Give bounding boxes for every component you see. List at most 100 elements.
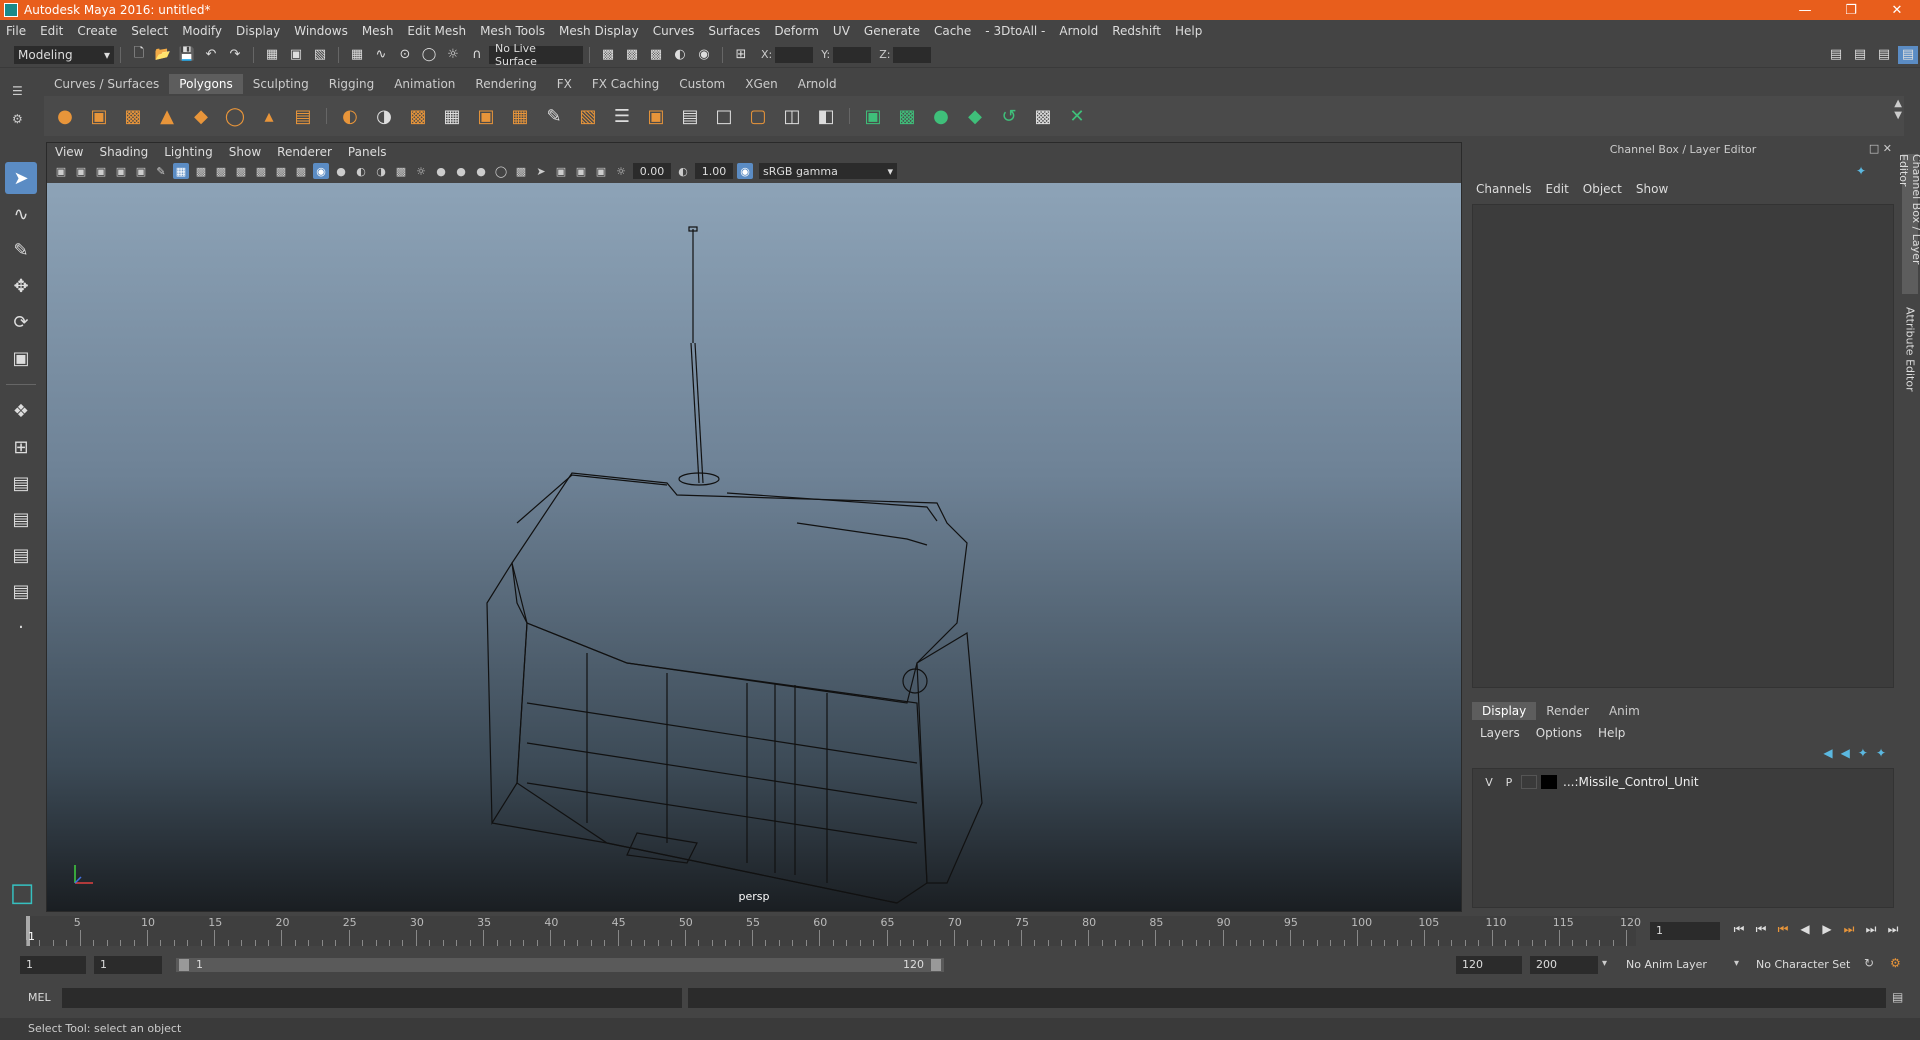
go-to-end-icon[interactable]: ⏭ xyxy=(1882,922,1904,937)
render-view-icon[interactable]: ◉ xyxy=(694,46,714,64)
snap-view-plane-icon[interactable]: ◯ xyxy=(419,46,439,64)
fill-hole-icon[interactable]: ▣ xyxy=(643,103,669,129)
channel-box-menu-object[interactable]: Object xyxy=(1583,182,1622,196)
tab-animation[interactable]: Animation xyxy=(384,74,466,94)
redo-icon[interactable]: ↷ xyxy=(225,46,245,64)
tab-fx[interactable]: FX xyxy=(546,74,582,94)
restore-icon[interactable]: ❐ xyxy=(1828,0,1874,20)
layer-type-swatch[interactable] xyxy=(1521,775,1537,789)
cut-uv-icon[interactable]: ✕ xyxy=(1064,103,1090,129)
anim-layer-label[interactable]: No Anim Layer xyxy=(1626,958,1707,971)
quadrangulate-icon[interactable]: ◧ xyxy=(813,103,839,129)
poly-plane-icon[interactable]: ◆ xyxy=(188,103,214,129)
poly-cylinder-icon[interactable]: ▩ xyxy=(120,103,146,129)
open-scene-icon[interactable]: 📂 xyxy=(153,46,173,64)
screen-space-ao-icon[interactable]: ● xyxy=(453,163,469,179)
textured-icon[interactable]: ▩ xyxy=(393,163,409,179)
rotate-tool-icon[interactable]: ⟳ xyxy=(5,306,37,338)
step-forward-frame-icon[interactable]: ⏭ xyxy=(1860,922,1882,937)
menu-curves[interactable]: Curves xyxy=(653,24,695,38)
triangulate-icon[interactable]: ◫ xyxy=(779,103,805,129)
character-set-label[interactable]: No Character Set xyxy=(1756,958,1850,971)
select-tool-icon[interactable]: ➤ xyxy=(5,162,37,194)
close-icon[interactable]: ✕ xyxy=(1874,0,1920,20)
chevron-down-icon[interactable]: ▾ xyxy=(1602,958,1607,969)
transform-mode-icon[interactable]: ⊞ xyxy=(731,46,751,64)
separate-icon[interactable]: ◑ xyxy=(371,103,397,129)
ipr-render-icon[interactable]: ▩ xyxy=(622,46,642,64)
new-scene-icon[interactable]: 🗋 xyxy=(129,46,149,64)
shelf-settings-icon[interactable]: ⚙ xyxy=(12,112,23,126)
mode-selector[interactable]: Modeling ▾ xyxy=(14,45,114,64)
color-management-icon[interactable]: ◉ xyxy=(737,163,753,179)
camera-attributes-icon[interactable]: ▣ xyxy=(73,163,89,179)
menu-deform[interactable]: Deform xyxy=(774,24,819,38)
menu-mesh-tools[interactable]: Mesh Tools xyxy=(480,24,545,38)
poly-pipe-icon[interactable]: ▤ xyxy=(290,103,316,129)
step-forward-key-icon[interactable]: ⏭ xyxy=(1838,922,1860,937)
new-layer-icon[interactable]: ✦ xyxy=(1858,746,1868,760)
gate-mask-icon[interactable]: ▩ xyxy=(233,163,249,179)
layer-playback-toggle[interactable]: P xyxy=(1499,776,1519,789)
menu-help[interactable]: Help xyxy=(1175,24,1202,38)
depth-of-field-icon[interactable]: ▩ xyxy=(513,163,529,179)
time-slider[interactable]: 1 5 10 15 20 25 30 35 40 45 50 55 60 65 70 75 80 85 90 95 1… xyxy=(26,916,1641,946)
smooth-shade-icon[interactable]: ● xyxy=(333,163,349,179)
shelf-scroll-icon[interactable]: ▲ ▼ xyxy=(1894,98,1902,122)
menu-select[interactable]: Select xyxy=(131,24,168,38)
tab-render[interactable]: Render xyxy=(1536,702,1599,720)
xray-joints-icon[interactable]: ▣ xyxy=(573,163,589,179)
range-start-handle[interactable] xyxy=(179,959,189,971)
poly-pyramid-icon[interactable]: ▴ xyxy=(256,103,282,129)
poly-cube-icon[interactable]: ▣ xyxy=(86,103,112,129)
wireframe-icon[interactable]: ◉ xyxy=(313,163,329,179)
menu-3dtoall[interactable]: - 3DtoAll - xyxy=(985,24,1045,38)
anti-aliasing-icon[interactable]: ◯ xyxy=(493,163,509,179)
undo-icon[interactable]: ↶ xyxy=(201,46,221,64)
viewport-menu-show[interactable]: Show xyxy=(229,145,261,159)
snap-live-icon[interactable]: ☼ xyxy=(443,46,463,64)
uv-layout-icon[interactable]: ▤ xyxy=(5,575,37,607)
current-frame-field[interactable]: 1 xyxy=(1650,922,1720,940)
tab-sculpting[interactable]: Sculpting xyxy=(242,74,319,94)
playback-start-field[interactable]: 1 xyxy=(94,956,162,974)
isolate-select-icon[interactable]: ➤ xyxy=(533,163,549,179)
view-transform-select[interactable]: sRGB gamma ▾ xyxy=(759,163,897,179)
playback-end-field[interactable]: 120 xyxy=(1456,956,1522,974)
bevel-icon[interactable]: ▦ xyxy=(507,103,533,129)
channel-box-area[interactable] xyxy=(1472,204,1894,688)
range-slider[interactable]: 1 120 xyxy=(176,958,944,972)
attribute-editor-toggle-icon[interactable]: ▤ xyxy=(1850,46,1870,64)
viewport-menu-renderer[interactable]: Renderer xyxy=(277,145,332,159)
extrude-icon[interactable]: ▣ xyxy=(473,103,499,129)
channel-box-tools-icon[interactable]: ✦ xyxy=(1856,164,1866,178)
offset-edge-loop-icon[interactable]: □ xyxy=(711,103,737,129)
single-perspective-layout-icon[interactable]: ❖ xyxy=(5,395,37,427)
image-plane-icon[interactable]: ▣ xyxy=(113,163,129,179)
outliner-layout-icon[interactable]: ▤ xyxy=(5,467,37,499)
layer-row[interactable]: V P ...:Missile_Control_Unit xyxy=(1479,773,1699,791)
bridge-icon[interactable]: ▧ xyxy=(575,103,601,129)
tab-xgen[interactable]: XGen xyxy=(735,74,788,94)
insert-edge-loop-icon[interactable]: ▤ xyxy=(677,103,703,129)
poly-torus-icon[interactable]: ◯ xyxy=(222,103,248,129)
snap-grid-icon[interactable]: ▦ xyxy=(347,46,367,64)
graph-editor-layout-icon[interactable]: ▤ xyxy=(5,503,37,535)
menu-cache[interactable]: Cache xyxy=(934,24,971,38)
layer-menu-options[interactable]: Options xyxy=(1536,726,1582,740)
auto-key-icon[interactable]: ↻ xyxy=(1864,956,1874,970)
channel-box-menu-edit[interactable]: Edit xyxy=(1546,182,1569,196)
menu-arnold[interactable]: Arnold xyxy=(1059,24,1098,38)
multi-cut-icon[interactable]: ✎ xyxy=(541,103,567,129)
select-by-component-icon[interactable]: ▧ xyxy=(310,46,330,64)
tab-rigging[interactable]: Rigging xyxy=(318,74,385,94)
preferences-icon[interactable]: ⚙ xyxy=(1890,956,1901,970)
paint-select-tool-icon[interactable]: ✎ xyxy=(5,234,37,266)
move-tool-icon[interactable]: ✥ xyxy=(5,270,37,302)
viewport-menu-shading[interactable]: Shading xyxy=(99,145,148,159)
automatic-uv-icon[interactable]: ◆ xyxy=(962,103,988,129)
poly-sphere-icon[interactable]: ● xyxy=(52,103,78,129)
script-editor-icon[interactable]: ▤ xyxy=(1892,990,1903,1004)
menu-windows[interactable]: Windows xyxy=(294,24,348,38)
grid-icon[interactable]: ▦ xyxy=(173,163,189,179)
